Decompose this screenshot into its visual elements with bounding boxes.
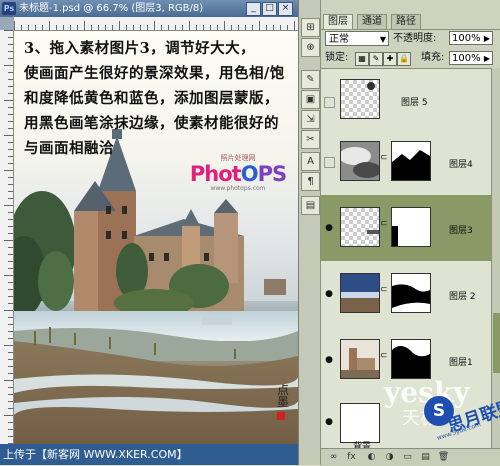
tool-palette: ⊞ ⊕ ✎ ▣ ⇲ ✂ A ¶ ▤ [298, 0, 321, 465]
eye-icon[interactable]: ● [324, 223, 334, 233]
eye-icon[interactable]: ● [324, 289, 334, 299]
tool-button[interactable]: ⊕ [301, 38, 320, 57]
document-titlebar[interactable]: Ps 未标题-1.psd @ 66.7% (图层3, RGB/8) _ □ × [0, 0, 298, 17]
layer-thumbnail [340, 207, 380, 247]
link-icon[interactable]: ⊂ [380, 153, 388, 163]
horizontal-ruler [14, 17, 298, 31]
minimize-button[interactable]: _ [246, 2, 261, 16]
blend-mode-select[interactable]: 正常 ▼ [325, 31, 389, 46]
close-button[interactable]: × [278, 2, 293, 16]
logo-url: www.photops.com [210, 185, 266, 192]
tool-button[interactable]: ⇲ [301, 110, 320, 129]
tool-button[interactable]: ¶ [301, 172, 320, 191]
lock-pixels-icon[interactable]: ✎ [369, 52, 383, 66]
layer-row-selected[interactable]: ● ⊂ 图层3 [321, 195, 491, 262]
watermark: yesky 天极网 S 思月联盟 www.5yue.com [380, 372, 500, 442]
tool-button[interactable]: ✂ [301, 130, 320, 149]
fill-label: 填充: [421, 52, 445, 63]
document-window: Ps未标题-1.psd @ 66.7% (图层3, RGB/8) _ □ × [0, 0, 298, 465]
eye-icon[interactable]: ● [324, 355, 334, 365]
tool-button[interactable]: ⊞ [301, 18, 320, 37]
logo-wordmark: PhotOPS [189, 162, 287, 186]
lock-position-icon[interactable]: ✚ [383, 52, 397, 66]
visibility-toggle[interactable] [324, 97, 335, 108]
layer-row[interactable]: ● ⊂ 图层 2 [321, 261, 491, 328]
layers-bottom-bar: ∞ fx ◐ ◑ ▭ ▤ 🗑 [321, 448, 500, 466]
link-icon[interactable]: ⊂ [380, 351, 388, 361]
layer-name[interactable]: 图层 2 [449, 289, 476, 302]
chevron-down-icon: ▶ [483, 54, 490, 63]
layer-mask-thumbnail[interactable] [391, 273, 431, 313]
photoshop-icon: Ps [2, 2, 16, 15]
layer-name[interactable]: 图层 5 [401, 95, 428, 108]
document-canvas[interactable]: 3、拖入素材图片3，调节好大大， 使画面产生很好的景深效果，用色相/饱 和度降低… [14, 31, 298, 465]
layer-thumbnail [340, 79, 380, 119]
fill-value: 100% [452, 53, 481, 64]
layer-mask-thumbnail[interactable] [391, 141, 431, 181]
layer-thumbnail [340, 273, 380, 313]
layer-name[interactable]: 图层1 [449, 355, 473, 368]
upload-caption: 上传于【新客网 WWW.XKER.COM】 [0, 444, 298, 465]
instruction-line: 3、拖入素材图片3，调节好大大， [24, 40, 256, 57]
eye-icon[interactable]: ● [324, 417, 334, 427]
tab-paths[interactable]: 路径 [391, 14, 421, 29]
trash-icon[interactable]: 🗑 [437, 451, 450, 464]
lock-label: 锁定: [325, 52, 349, 63]
opacity-label: 不透明度: [393, 33, 437, 44]
adjustment-layer-icon[interactable]: ◑ [383, 451, 396, 464]
layer-name[interactable]: 图层3 [449, 223, 473, 236]
layer-name[interactable]: 图层4 [449, 157, 473, 170]
chevron-down-icon: ▼ [379, 35, 386, 44]
add-mask-icon[interactable]: ◐ [365, 451, 378, 464]
instruction-text: 3、拖入素材图片3，调节好大大， 使画面产生很好的景深效果，用色相/饱 和度降低… [24, 36, 294, 161]
chevron-down-icon: ▶ [483, 34, 490, 43]
instruction-line: 用黑色画笔涂抹边缘，使素材能很好的 [24, 115, 279, 132]
blend-mode-value: 正常 [329, 34, 349, 45]
instruction-line: 使画面产生很好的景深效果，用色相/饱 [24, 65, 285, 82]
tool-button[interactable]: ✎ [301, 70, 320, 89]
new-layer-icon[interactable]: ▤ [419, 451, 432, 464]
layer-thumbnail [340, 339, 380, 379]
signature-seal: 点墨 [277, 384, 298, 422]
lock-row: 锁定: ▦ ✎ ✚ 🔒 填充: 100% ▶ [325, 50, 499, 66]
tool-button[interactable]: ▤ [301, 196, 320, 215]
visibility-toggle[interactable] [324, 157, 335, 168]
scrollbar-thumb[interactable] [493, 313, 500, 373]
layer-thumbnail [340, 403, 380, 443]
lock-all-icon[interactable]: 🔒 [397, 52, 411, 66]
maximize-button[interactable]: □ [262, 2, 277, 16]
link-layers-icon[interactable]: ∞ [327, 451, 340, 464]
layer-mask-thumbnail[interactable] [391, 207, 431, 247]
tool-button[interactable]: ▣ [301, 90, 320, 109]
tool-button[interactable]: A [301, 152, 320, 171]
instruction-line: 和度降低黄色和蓝色，添加图层蒙版， [24, 90, 279, 107]
blend-row: 正常 ▼ 不透明度: 100% ▶ [325, 30, 499, 48]
vertical-ruler [0, 30, 14, 465]
link-icon[interactable]: ⊂ [380, 219, 388, 229]
lock-transparency-icon[interactable]: ▦ [355, 52, 369, 66]
link-icon[interactable]: ⊂ [380, 285, 388, 295]
fx-icon[interactable]: fx [345, 451, 358, 464]
layer-row[interactable]: 图层 5 [321, 69, 491, 130]
tab-channels[interactable]: 通道 [357, 14, 387, 29]
fill-field[interactable]: 100% ▶ [449, 51, 493, 65]
layer-row[interactable]: ⊂ 图层4 [321, 129, 491, 196]
opacity-field[interactable]: 100% ▶ [449, 31, 493, 45]
opacity-value: 100% [452, 33, 481, 44]
document-title: 未标题-1.psd @ 66.7% (图层3, RGB/8) [19, 3, 204, 14]
layer-thumbnail [340, 141, 380, 181]
tab-layers[interactable]: 图层 [323, 14, 353, 29]
panel-tabs: 图层 通道 路径 [321, 14, 500, 30]
new-group-icon[interactable]: ▭ [401, 451, 414, 464]
photops-logo: 照片处理网 PhotOPS www.photops.com [188, 153, 288, 192]
